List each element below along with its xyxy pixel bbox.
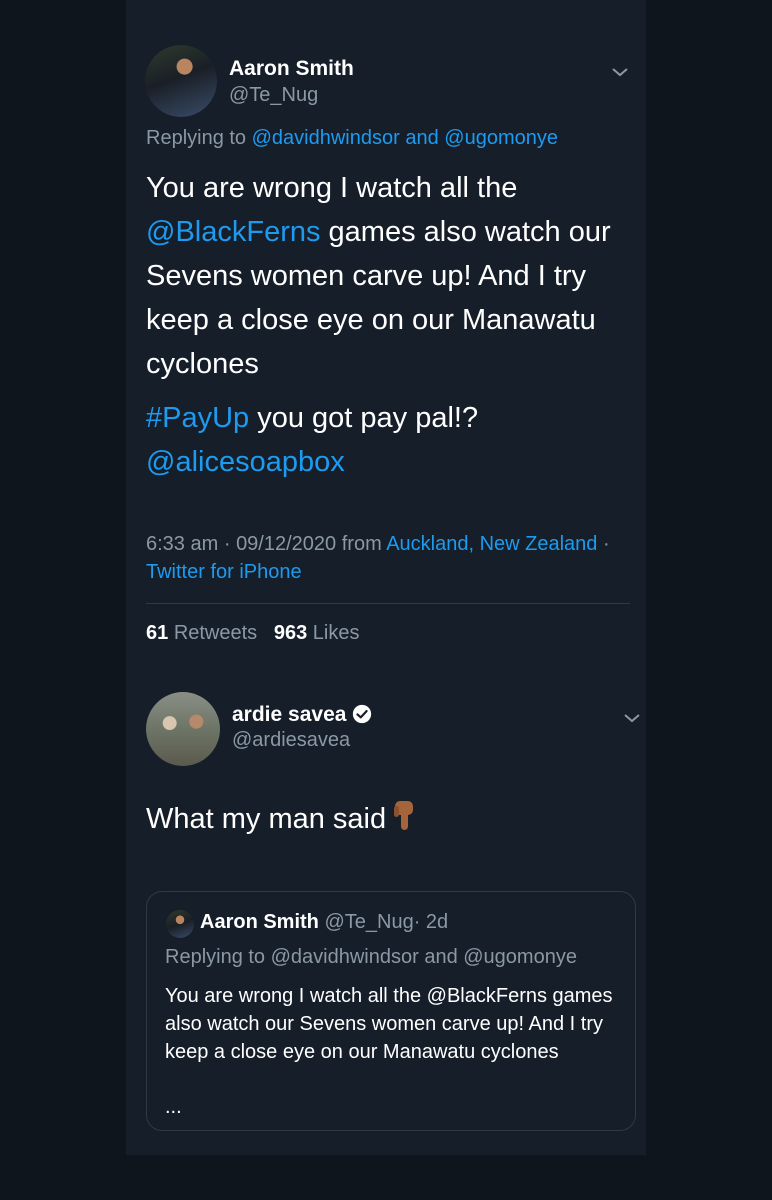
- replying-and: and: [405, 127, 439, 149]
- client-link[interactable]: Twitter for iPhone: [146, 561, 302, 583]
- tweet-text-part: What my man said: [146, 803, 387, 835]
- tweet-text-second-paragraph: #PayUp you got pay pal!? @alicesoapbox: [146, 396, 626, 484]
- separator-dot: ·: [602, 533, 610, 555]
- tweet-meta: 6:33 am · 09/12/2020 from Auckland, New …: [146, 530, 616, 586]
- location-link[interactable]: Auckland, New Zealand: [386, 533, 597, 555]
- tweet-text: What my man said: [146, 798, 420, 836]
- author-handle[interactable]: @ardiesavea: [232, 729, 350, 752]
- tweet-stats: 61 Retweets 963 Likes: [146, 622, 360, 645]
- retweets-stat[interactable]: 61 Retweets: [146, 622, 257, 644]
- mention-link[interactable]: @ugomonye: [444, 127, 558, 149]
- chevron-down-icon[interactable]: [610, 62, 630, 82]
- tweet-date: 09/12/2020: [236, 533, 337, 555]
- mention-link[interactable]: @alicesoapbox: [146, 446, 345, 478]
- quoted-tweet-header: Aaron Smith @Te_Nug· 2d: [200, 911, 448, 934]
- separator-dot: ·: [223, 533, 231, 555]
- tweet-text-part: You are wrong I watch all the: [146, 172, 518, 204]
- avatar[interactable]: [145, 45, 217, 117]
- replying-prefix: Replying to: [146, 127, 247, 149]
- retweets-count: 61: [146, 622, 169, 644]
- tweet-text-part: you got pay pal!?: [257, 402, 479, 434]
- chevron-down-icon[interactable]: [622, 708, 642, 728]
- avatar: [166, 910, 194, 938]
- likes-stat[interactable]: 963 Likes: [274, 622, 360, 644]
- author-name-row[interactable]: ardie savea: [232, 703, 372, 727]
- mention-link[interactable]: @davidhwindsor: [252, 127, 400, 149]
- truncation-ellipsis: ...: [165, 1096, 182, 1118]
- replying-to: Replying to @davidhwindsor and @ugomonye: [146, 127, 558, 150]
- tweet-time: 6:33 am: [146, 533, 219, 555]
- mention-link[interactable]: @BlackFerns: [146, 216, 320, 248]
- author-handle[interactable]: @Te_Nug: [229, 84, 318, 107]
- author-name[interactable]: ardie savea: [232, 703, 346, 726]
- divider: [146, 603, 630, 604]
- author-name[interactable]: Aaron Smith: [229, 57, 354, 81]
- author-handle: @Te_Nug: [324, 911, 414, 933]
- avatar[interactable]: [146, 692, 220, 766]
- likes-label: Likes: [312, 622, 360, 644]
- likes-count: 963: [273, 622, 308, 644]
- quoted-tweet-text: You are wrong I watch all the @BlackFern…: [165, 985, 613, 1063]
- from-label: from: [341, 533, 382, 555]
- replying-to: Replying to @davidhwindsor and @ugomonye: [165, 946, 577, 968]
- verified-badge-icon: [353, 704, 372, 724]
- pointing-down-emoji-icon: [394, 801, 414, 830]
- tweet-age: · 2d: [413, 911, 449, 933]
- retweets-label: Retweets: [173, 622, 258, 644]
- author-name: Aaron Smith: [200, 911, 319, 933]
- tweet-text: You are wrong I watch all the @BlackFern…: [146, 166, 626, 386]
- hashtag-link[interactable]: #PayUp: [146, 402, 249, 434]
